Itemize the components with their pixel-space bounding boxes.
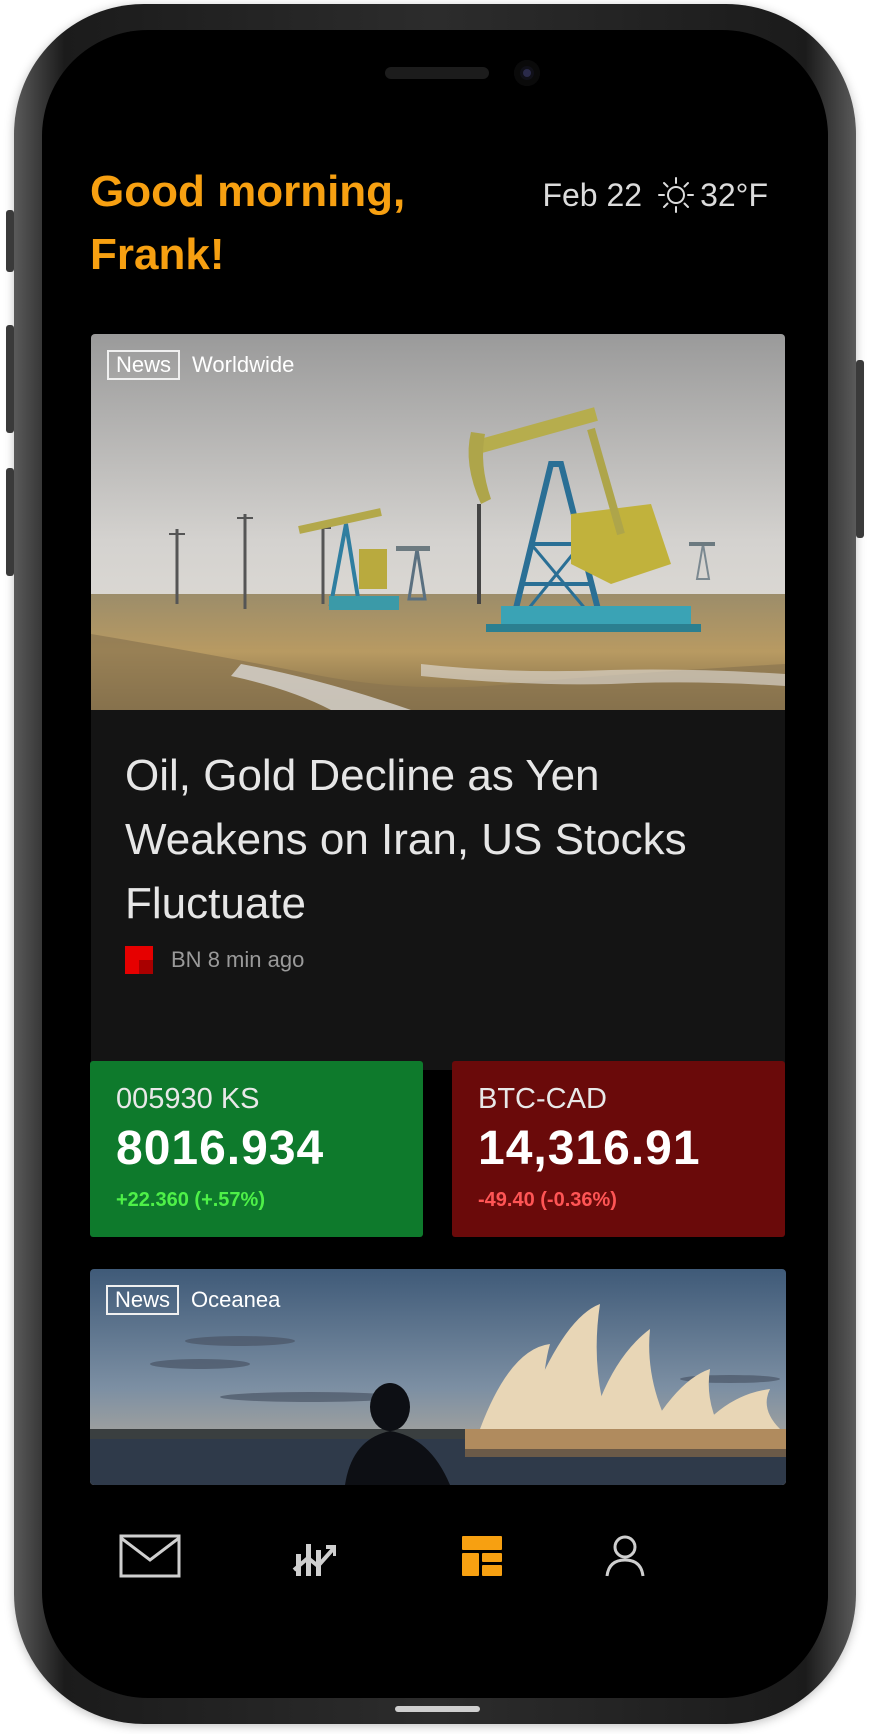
sun-icon [658,177,695,213]
oil-pumpjacks-image [91,334,785,710]
temperature-label: 32°F [700,176,768,213]
app-screen: Good morning, Frank! Feb 22 32°F News Wo… [44,44,828,1690]
weather: 32°F [656,175,768,215]
volume-down-button [6,468,14,576]
news-tag-row: News Oceanea [106,1285,280,1315]
profile-icon [605,1535,645,1577]
ticker-price: 14,316.91 [478,1122,701,1175]
volume-up-button [6,325,14,433]
greeting-name: Frank! [90,230,225,279]
mute-switch [6,210,14,272]
speaker-grille [385,67,489,79]
news-source-row: BN 8 min ago [125,946,304,974]
news-time: 8 min ago [207,947,305,972]
nav-profile[interactable] [593,1524,657,1588]
date-weather: Feb 22 32°F [542,175,768,215]
ticker-change: +22.360 (+.57%) [116,1189,265,1211]
front-camera [514,60,540,86]
power-button [856,360,864,538]
source-logo-icon [125,946,153,974]
news-region: Worldwide [192,352,295,377]
ticker-symbol: 005930 KS [116,1083,260,1115]
news-tag-row: News Worldwide [107,350,294,380]
date-label: Feb 22 [542,176,643,213]
news-headline[interactable]: Oil, Gold Decline as Yen Weakens on Iran… [125,744,765,936]
chart-icon [292,1544,336,1576]
ticker-symbol: BTC-CAD [478,1083,607,1115]
dashboard-icon [462,1536,502,1576]
news-region: Oceanea [191,1287,281,1312]
nav-mail[interactable] [118,1524,182,1588]
featured-news-card[interactable]: News Worldwide Oil, Gold Decline as Yen … [91,334,785,1070]
ticker-card-btc-cad[interactable]: BTC-CAD 14,316.91 -49.40 (-0.36%) [452,1061,785,1237]
mail-icon [119,1534,181,1578]
ticker-price: 8016.934 [116,1122,325,1175]
ticker-card-005930[interactable]: 005930 KS 8016.934 +22.360 (+.57%) [90,1061,423,1237]
oceania-news-card[interactable]: News Oceanea [90,1269,786,1485]
nav-dashboard[interactable] [450,1524,514,1588]
greeting-line1: Good morning, [90,167,406,216]
news-tag: News [106,1285,180,1315]
source-name: BN [171,947,202,972]
nav-markets[interactable] [282,1524,346,1588]
greeting-title: Good morning, Frank! [90,160,470,286]
ticker-change: -49.40 (-0.36%) [478,1189,617,1211]
news-tag: News [107,350,181,380]
bottom-edge [395,1706,480,1712]
bottom-nav [44,1514,828,1604]
